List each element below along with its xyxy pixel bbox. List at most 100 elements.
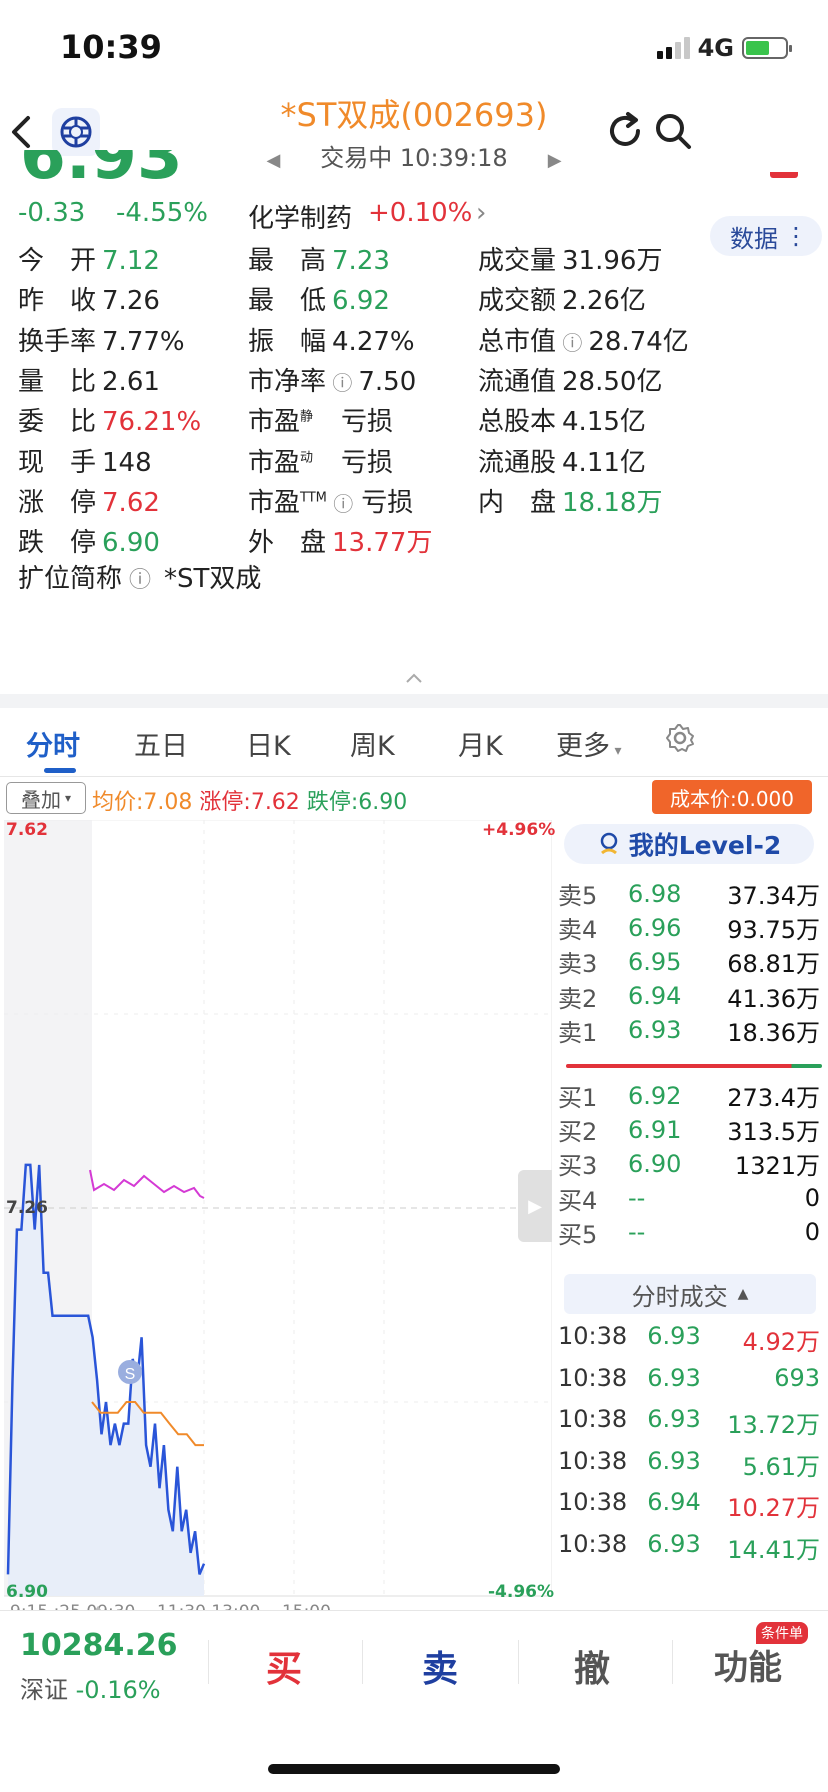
asks-row[interactable]: 卖1 6.93 18.36万	[558, 1013, 820, 1048]
ticks-header-button[interactable]: 分时成交 ▲	[564, 1274, 816, 1314]
asks-label: 卖4	[558, 916, 598, 945]
asks-volume: 37.34万	[727, 882, 820, 910]
asks-row[interactable]: 卖5 6.98 37.34万	[558, 876, 820, 911]
stat-col2-6[interactable]: 市盈TTM ⓘ 亏损	[248, 482, 413, 519]
network-label: 4G	[697, 34, 734, 62]
stat-col2-3[interactable]: 市净率 ⓘ 7.50	[248, 361, 416, 398]
index-value[interactable]: 10284.26	[20, 1628, 178, 1663]
bids-row[interactable]: 买1 6.92 273.4万	[558, 1078, 820, 1113]
bids-row[interactable]: 买5 -- 0	[558, 1215, 820, 1250]
asks-row[interactable]: 卖2 6.94 41.36万	[558, 979, 820, 1014]
help-icon[interactable]: ⓘ	[122, 568, 158, 593]
tick-row: 10:38 6.94 10.27万	[558, 1488, 820, 1523]
intraday-chart[interactable]: S	[4, 820, 552, 1600]
overlay-dropdown[interactable]: 叠加 ▾	[6, 782, 86, 814]
next-stock-icon[interactable]: ▶	[548, 150, 562, 171]
buy-button[interactable]: 买	[266, 1640, 302, 1692]
search-icon[interactable]	[652, 110, 694, 152]
tick-volume: 10.27万	[727, 1494, 820, 1523]
cost-price-button[interactable]: 成本价:0.000	[652, 780, 812, 814]
help-icon[interactable]: ⓘ	[327, 492, 353, 516]
chart-high-pct-label: +4.96%	[482, 820, 556, 840]
limit-up-label: 涨停:7.62	[199, 790, 300, 815]
bids-volume: 0	[804, 1218, 820, 1247]
stat-col2-1: 最 低 6.92	[248, 286, 390, 317]
tick-volume: 13.72万	[727, 1411, 820, 1440]
tick-volume: 4.92万	[742, 1328, 820, 1356]
bids-label: 买5	[558, 1220, 598, 1249]
tick-row: 10:38 6.93 14.41万	[558, 1530, 820, 1565]
avg-price-label: 均价:7.08	[92, 790, 193, 815]
bids-label: 买2	[558, 1118, 598, 1147]
chart-low-label: 6.90	[6, 1582, 48, 1602]
chevron-right-icon[interactable]: ›	[476, 198, 486, 228]
bids-row[interactable]: 买4 -- 0	[558, 1181, 820, 1216]
prev-stock-icon[interactable]: ◀	[266, 150, 280, 171]
tab-monthly-k[interactable]: 月K	[458, 724, 503, 763]
tick-price: 6.93	[647, 1322, 701, 1350]
asks-volume: 68.81万	[727, 950, 820, 979]
asks-label: 卖3	[558, 950, 598, 979]
tick-price: 6.94	[647, 1488, 701, 1517]
help-icon[interactable]: ⓘ	[326, 371, 352, 395]
tick-price: 6.93	[647, 1363, 701, 1392]
stat-col1-4: 委 比 76.21%	[18, 407, 202, 438]
stat-col1-3: 量 比 2.61	[18, 366, 160, 397]
tick-volume: 693	[774, 1363, 820, 1392]
tab-weekly-k[interactable]: 周K	[350, 724, 395, 763]
home-indicator[interactable]	[268, 1764, 560, 1774]
tick-time: 10:38	[558, 1488, 628, 1517]
asks-price: 6.96	[628, 913, 682, 942]
panel-toggle-icon[interactable]: ▶	[518, 1170, 552, 1242]
tick-price: 6.93	[647, 1446, 701, 1475]
bids-row[interactable]: 买3 6.90 1321万	[558, 1146, 820, 1181]
tab-more[interactable]: 更多 ▾	[556, 724, 621, 763]
bids-label: 买4	[558, 1186, 598, 1215]
tick-volume: 5.61万	[742, 1452, 820, 1481]
help-icon[interactable]: ⓘ	[556, 331, 582, 355]
bids-row[interactable]: 买2 6.91 313.5万	[558, 1112, 820, 1147]
bids-price: 6.91	[628, 1115, 682, 1144]
divider	[518, 1640, 519, 1684]
price-area	[8, 1164, 204, 1596]
sector-name[interactable]: 化学制药	[248, 198, 352, 235]
level2-button[interactable]: 我的Level-2	[564, 824, 814, 864]
asks-row[interactable]: 卖3 6.95 68.81万	[558, 944, 820, 979]
data-button[interactable]: 数据 ⋮	[710, 216, 822, 256]
tick-row: 10:38 6.93 693	[558, 1364, 820, 1392]
asks-price: 6.98	[628, 879, 682, 908]
sell-button[interactable]: 卖	[422, 1640, 458, 1692]
bids-label: 买1	[558, 1084, 598, 1112]
conditional-order-badge: 条件单	[756, 1622, 808, 1644]
asks-price: 6.93	[628, 1016, 682, 1045]
bids-volume: 1321万	[734, 1152, 820, 1181]
stat-col3-2[interactable]: 总市值 ⓘ 28.74亿	[478, 321, 689, 358]
asks-label: 卖2	[558, 984, 598, 1013]
overlay-line	[89, 1169, 205, 1199]
bids-volume: 273.4万	[727, 1084, 820, 1112]
chart-ref-label: 7.26	[6, 1198, 48, 1218]
bids-price: 6.90	[628, 1149, 682, 1178]
tab-daily-k[interactable]: 日K	[246, 724, 291, 763]
function-button[interactable]: 功能	[714, 1640, 782, 1689]
collapse-caret-icon[interactable]	[404, 672, 424, 684]
sector-change-pct: +0.10%	[368, 198, 473, 228]
asks-row[interactable]: 卖4 6.96 93.75万	[558, 910, 820, 945]
bids-label: 买3	[558, 1152, 598, 1181]
price-change-pct: -4.55%	[116, 198, 208, 228]
index-info: 深证 -0.16%	[20, 1676, 161, 1704]
settings-gear-icon[interactable]	[664, 722, 696, 754]
refresh-icon[interactable]	[604, 110, 646, 152]
tick-time: 10:38	[558, 1322, 628, 1350]
bids-volume: 313.5万	[727, 1118, 820, 1147]
divider	[208, 1640, 209, 1684]
tick-price: 6.93	[647, 1530, 701, 1558]
stat-col2-0: 最 高 7.23	[248, 246, 390, 276]
cancel-button[interactable]: 撤	[574, 1640, 610, 1692]
asks-label: 卖5	[558, 882, 598, 910]
tick-volume: 14.41万	[727, 1536, 820, 1564]
tab-timeshare[interactable]: 分时	[26, 724, 80, 763]
battery-icon	[742, 37, 792, 59]
divider	[362, 1640, 363, 1684]
tab-five-day[interactable]: 五日	[134, 724, 188, 763]
